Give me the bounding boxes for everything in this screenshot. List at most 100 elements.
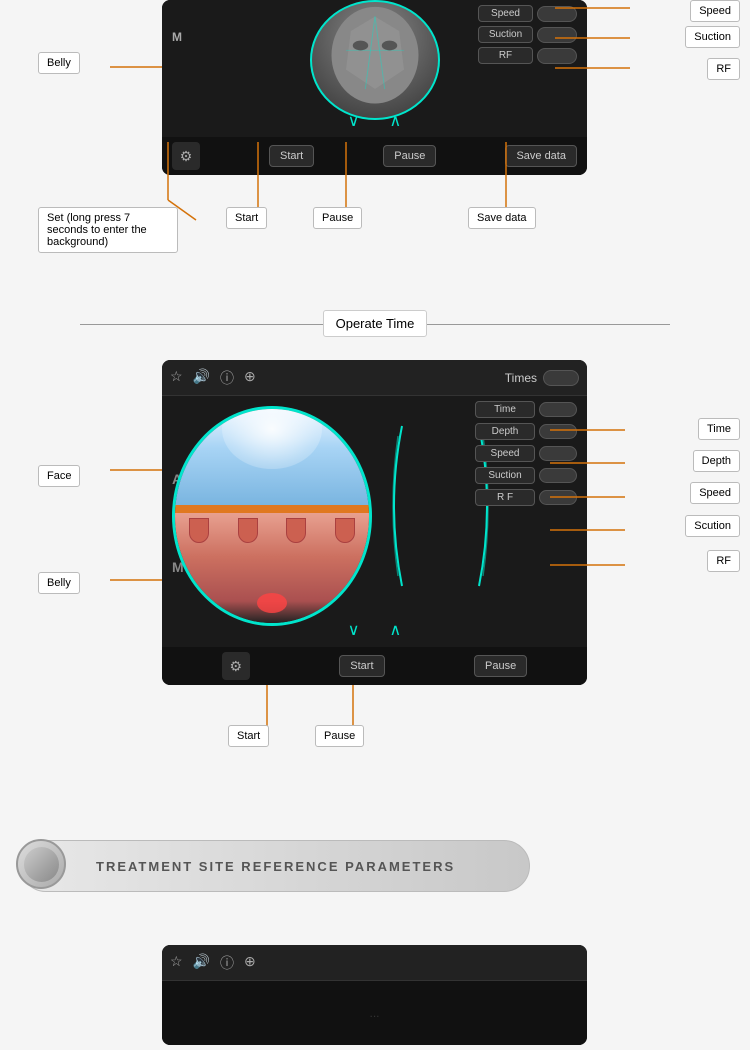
top-icons-bar-bottom: ☆ 🔊 ⓘ ⊕: [162, 945, 587, 981]
ctrl-row-rf: R F: [475, 489, 577, 506]
panel-controls-top: Speed Suction RF: [478, 5, 577, 64]
pause-callout-top: Pause: [313, 207, 362, 229]
circle-display: [172, 406, 372, 626]
volume-icon-bottom[interactable]: 🔊: [193, 953, 210, 973]
ctrl-row-suction-top: Suction: [478, 26, 577, 43]
ctrl-row-suction: Suction: [475, 467, 577, 484]
set-callout: Set (long press 7 seconds to enter the b…: [38, 207, 178, 253]
start-btn-mid[interactable]: Start: [339, 655, 384, 677]
circle-bottom-half: [175, 513, 369, 623]
suction-btn-top[interactable]: Suction: [478, 26, 533, 43]
time-callout: Time: [698, 418, 740, 440]
save-btn-top[interactable]: Save data: [505, 145, 577, 167]
arrow-row-top: ∨ ∧: [162, 109, 587, 133]
operate-time-section: Operate Time ☆ 🔊 ⓘ ⊕ Times A M: [0, 310, 750, 790]
suction-toggle-mid[interactable]: [539, 468, 577, 483]
bottom-bar-mid: ⚙ Start Pause: [162, 647, 587, 685]
save-data-callout: Save data: [468, 207, 536, 229]
plus-icon-bottom[interactable]: ⊕: [244, 953, 256, 973]
ctrl-row-time: Time: [475, 401, 577, 418]
gear-btn-mid[interactable]: ⚙: [222, 652, 250, 680]
mid-content: A M: [162, 396, 587, 647]
top-icons-bar: ☆ 🔊 ⓘ ⊕ Times: [162, 360, 587, 396]
rf-toggle-top[interactable]: [537, 48, 577, 64]
operate-time-label: Operate Time: [323, 310, 428, 337]
rf-toggle-mid[interactable]: [539, 490, 577, 505]
treatment-text: TREATMENT SITE REFERENCE PARAMETERS: [96, 859, 455, 874]
rf-btn-top[interactable]: RF: [478, 47, 533, 64]
star-icon[interactable]: ☆: [170, 368, 183, 388]
info-icon[interactable]: ⓘ: [220, 368, 234, 388]
gear-btn-top[interactable]: ⚙: [172, 142, 200, 170]
treatment-icon-inner: [24, 847, 59, 882]
times-toggle[interactable]: [543, 370, 579, 386]
speed-btn-mid[interactable]: Speed: [475, 445, 535, 462]
time-toggle[interactable]: [539, 402, 577, 417]
face-callout: Face: [38, 465, 80, 487]
suction-toggle-top[interactable]: [537, 27, 577, 43]
start-btn-top[interactable]: Start: [269, 145, 314, 167]
bottom-panel-section: ☆ 🔊 ⓘ ⊕ ...: [0, 930, 750, 1050]
ctrl-row-speed-top: Speed: [478, 5, 577, 22]
belly-callout-mid: Belly: [38, 572, 80, 594]
ctrl-row-depth: Depth: [475, 423, 577, 440]
plus-icon[interactable]: ⊕: [244, 368, 256, 388]
pause-btn-top[interactable]: Pause: [383, 145, 436, 167]
pause-callout-mid: Pause: [315, 725, 364, 747]
face-display-top: M Speed: [162, 0, 587, 120]
right-controls-mid: Time Depth Speed Suction R F: [475, 401, 577, 506]
device-panel-bottom: ☆ 🔊 ⓘ ⊕ ...: [162, 945, 587, 1045]
depth-callout: Depth: [693, 450, 740, 472]
speed-toggle-top[interactable]: [537, 6, 577, 22]
star-icon-bottom[interactable]: ☆: [170, 953, 183, 973]
speed-callout-mid: Speed: [690, 482, 740, 504]
arrow-down-mid[interactable]: ∨: [348, 620, 360, 640]
arrow-down-top[interactable]: ∨: [348, 111, 360, 131]
set-label: Set (long press 7 seconds to enter the b…: [47, 212, 147, 248]
arrow-up-mid[interactable]: ∧: [390, 620, 402, 640]
belly-callout-top: Belly: [38, 52, 80, 74]
operate-time-label-wrap: Operate Time: [0, 310, 750, 337]
icon-group-bottom: ☆ 🔊 ⓘ ⊕: [170, 953, 256, 973]
top-section: M Speed: [0, 0, 750, 300]
volume-icon[interactable]: 🔊: [193, 368, 210, 388]
teal-arcs-left: [384, 406, 404, 606]
icon-group: ☆ 🔊 ⓘ ⊕: [170, 368, 256, 388]
circle-divider: [175, 505, 369, 513]
treatment-icon: [16, 839, 66, 889]
ctrl-row-speed: Speed: [475, 445, 577, 462]
speed-callout-top: Speed: [690, 0, 740, 22]
scution-callout: Scution: [685, 515, 740, 537]
rf-callout-top: RF: [707, 58, 740, 80]
white-glow: [222, 406, 322, 469]
times-label: Times: [505, 371, 537, 385]
face-circle-top: [310, 0, 440, 120]
start-callout-top: Start: [226, 207, 267, 229]
fold-1: [189, 518, 209, 543]
pause-btn-mid[interactable]: Pause: [474, 655, 527, 677]
rf-callout-mid: RF: [707, 550, 740, 572]
time-btn[interactable]: Time: [475, 401, 535, 418]
treatment-bar: TREATMENT SITE REFERENCE PARAMETERS: [20, 840, 530, 892]
arrow-up-top[interactable]: ∧: [390, 111, 402, 131]
suction-callout-top: Suction: [685, 26, 740, 48]
depth-toggle[interactable]: [539, 424, 577, 439]
info-icon-bottom[interactable]: ⓘ: [220, 953, 234, 973]
depth-btn[interactable]: Depth: [475, 423, 535, 440]
device-panel-mid: ☆ 🔊 ⓘ ⊕ Times A M: [162, 360, 587, 685]
fold-2: [238, 518, 258, 543]
bottom-bar-top: ⚙ Start Pause Save data: [162, 137, 587, 175]
speed-btn-top[interactable]: Speed: [478, 5, 533, 22]
speed-toggle-mid[interactable]: [539, 446, 577, 461]
skin-folds: [175, 513, 369, 623]
fold-4: [335, 518, 355, 543]
suction-btn-mid[interactable]: Suction: [475, 467, 535, 484]
ctrl-row-rf-top: RF: [478, 47, 577, 64]
mid-arrows: ∨ ∧: [162, 617, 587, 643]
rf-btn-mid[interactable]: R F: [475, 489, 535, 506]
start-callout-mid: Start: [228, 725, 269, 747]
panel-bottom-placeholder: ...: [369, 1006, 379, 1020]
fold-3: [286, 518, 306, 543]
treatment-section: TREATMENT SITE REFERENCE PARAMETERS: [0, 800, 750, 930]
device-panel-top: M Speed: [162, 0, 587, 175]
